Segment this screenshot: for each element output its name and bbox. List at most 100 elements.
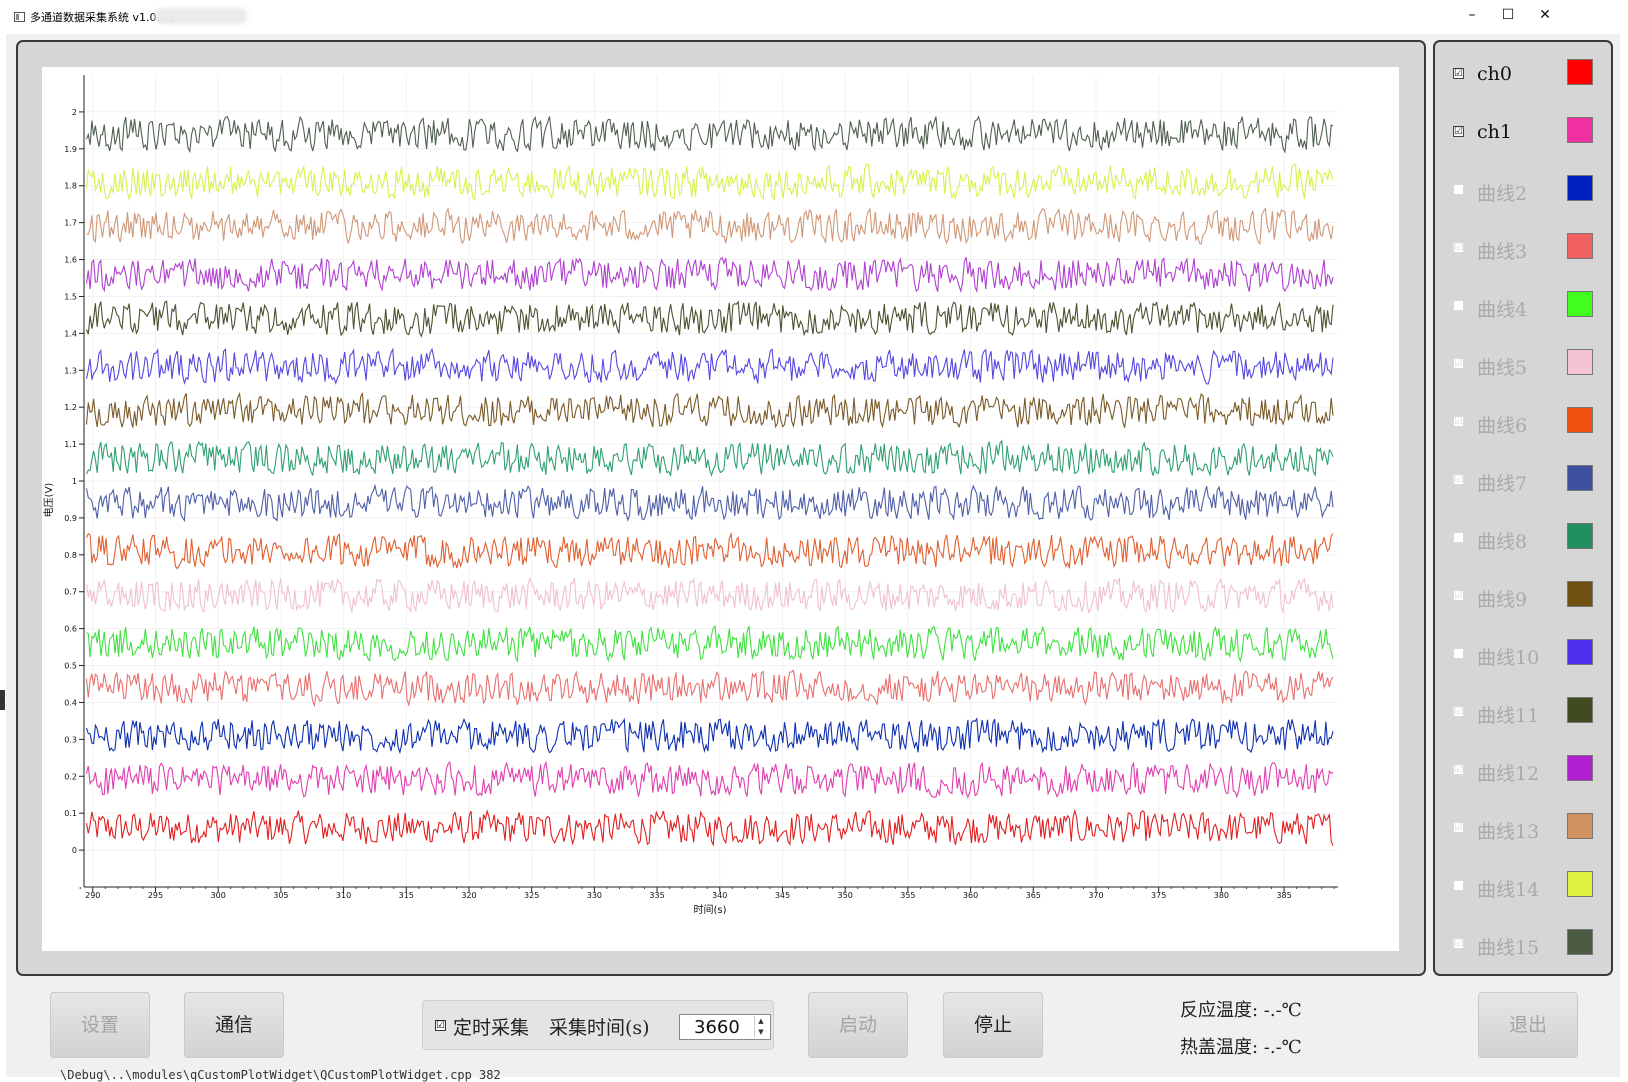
series-line <box>86 439 1334 478</box>
timed-acquisition-checkbox[interactable]: ☑ <box>435 1020 446 1031</box>
legend-color-swatch[interactable] <box>1567 813 1593 839</box>
x-tick-label: 290 <box>85 891 100 900</box>
blurred-title-region <box>155 8 247 24</box>
legend-checkbox[interactable]: ☑ <box>1453 416 1464 427</box>
close-button[interactable]: ✕ <box>1535 7 1555 23</box>
legend-label: 曲线13 <box>1477 821 1540 843</box>
settings-button[interactable]: 设置 <box>50 992 150 1058</box>
legend-checkbox[interactable]: ☑ <box>1453 590 1464 601</box>
x-tick-label: 375 <box>1151 891 1166 900</box>
legend-item[interactable]: 曲线4 <box>1443 287 1605 327</box>
x-tick-label: 330 <box>587 891 602 900</box>
spin-up-icon[interactable]: ▲ <box>754 1016 767 1026</box>
start-button[interactable]: 启动 <box>808 992 908 1058</box>
series-line <box>85 576 1334 615</box>
reaction-temperature: 反应温度: -.-℃ <box>1180 1000 1302 1021</box>
legend-item[interactable]: ☑ 曲线11 <box>1443 693 1605 733</box>
legend-color-swatch[interactable] <box>1567 233 1593 259</box>
legend-color-swatch[interactable] <box>1567 117 1593 143</box>
legend-item[interactable]: 曲线10 <box>1443 635 1605 675</box>
legend-color-swatch[interactable] <box>1567 523 1593 549</box>
acquisition-time-value[interactable]: 3660 <box>694 1017 740 1038</box>
legend-color-swatch[interactable] <box>1567 175 1593 201</box>
legend-label: 曲线10 <box>1477 647 1540 669</box>
y-tick-label: 1.2 <box>64 403 77 412</box>
legend-item[interactable]: ☑ 曲线12 <box>1443 751 1605 791</box>
legend-item[interactable]: ☑ 曲线6 <box>1443 403 1605 443</box>
legend-checkbox[interactable]: ☑ <box>1453 358 1464 369</box>
legend-item[interactable]: ☑ 曲线7 <box>1443 461 1605 501</box>
y-axis-label: 电压(V) <box>42 483 55 518</box>
legend-checkbox[interactable] <box>1453 648 1464 659</box>
stop-button[interactable]: 停止 <box>943 992 1043 1058</box>
spin-down-icon[interactable]: ▼ <box>754 1027 767 1037</box>
timed-acquisition-label: 定时采集 <box>453 1017 530 1039</box>
y-tick-label: 0.9 <box>64 514 77 523</box>
legend-item[interactable]: ☑ 曲线9 <box>1443 577 1605 617</box>
window-title: 多通道数据采集系统 v1.0.0 ( <box>30 11 175 24</box>
legend-checkbox[interactable]: ☑ <box>1453 126 1464 137</box>
legend-checkbox[interactable]: ☑ <box>1453 68 1464 79</box>
legend-color-swatch[interactable] <box>1567 755 1593 781</box>
y-tick-label: 0.2 <box>64 772 77 781</box>
legend-item[interactable]: ☑ 曲线5 <box>1443 345 1605 385</box>
x-tick-label: 300 <box>211 891 226 900</box>
comm-button[interactable]: 通信 <box>184 992 284 1058</box>
acquisition-time-spinbox[interactable]: 3660 ▲ ▼ <box>679 1014 771 1040</box>
minimize-button[interactable]: – <box>1462 7 1482 23</box>
legend-item[interactable]: ☑ 曲线13 <box>1443 809 1605 849</box>
maximize-button[interactable]: ☐ <box>1498 7 1518 23</box>
status-bar-text: \Debug\..\modules\qCustomPlotWidget\QCus… <box>60 1068 501 1082</box>
legend-label: 曲线3 <box>1477 241 1528 263</box>
legend-item[interactable]: ☑ 曲线3 <box>1443 229 1605 269</box>
legend-color-swatch[interactable] <box>1567 465 1593 491</box>
legend-panel: ☑ ch0 ☑ ch1 曲线2 ☑ 曲线3 曲线4 ☑ 曲线5 ☑ 曲线6 ☑ 曲线7 曲线8 ☑ 曲线9 曲线1… <box>1433 40 1613 976</box>
x-tick-label: 345 <box>775 891 790 900</box>
exit-button[interactable]: 退出 <box>1478 992 1578 1058</box>
legend-color-swatch[interactable] <box>1567 407 1593 433</box>
legend-checkbox[interactable]: ☑ <box>1453 764 1464 775</box>
legend-label: 曲线2 <box>1477 183 1528 205</box>
x-tick-label: 385 <box>1276 891 1291 900</box>
legend-item[interactable]: 曲线8 <box>1443 519 1605 559</box>
y-tick-label: 0.5 <box>64 662 77 671</box>
x-tick-label: 305 <box>273 891 288 900</box>
legend-item[interactable]: 曲线14 <box>1443 867 1605 907</box>
voltage-time-chart[interactable]: 290 295 300 305 310 315 320 325 330 335 340 345 350 3… <box>42 67 1399 951</box>
legend-checkbox[interactable]: ☑ <box>1453 938 1464 949</box>
legend-checkbox[interactable]: ☑ <box>1453 822 1464 833</box>
legend-color-swatch[interactable] <box>1567 581 1593 607</box>
y-tick-label: 1.5 <box>64 292 77 301</box>
legend-color-swatch[interactable] <box>1567 929 1593 955</box>
y-tick-label: 0.7 <box>64 588 77 597</box>
legend-item[interactable]: ☑ 曲线15 <box>1443 925 1605 965</box>
y-tick-label: 1.1 <box>64 440 77 449</box>
legend-color-swatch[interactable] <box>1567 291 1593 317</box>
legend-color-swatch[interactable] <box>1567 349 1593 375</box>
series-line <box>85 256 1334 294</box>
legend-color-swatch[interactable] <box>1567 639 1593 665</box>
legend-item[interactable]: 曲线2 <box>1443 171 1605 211</box>
legend-checkbox[interactable] <box>1453 300 1464 311</box>
legend-checkbox[interactable]: ☑ <box>1453 474 1464 485</box>
legend-checkbox[interactable] <box>1453 880 1464 891</box>
x-tick-label: 335 <box>649 891 664 900</box>
x-tick-label: 370 <box>1088 891 1103 900</box>
legend-label: 曲线4 <box>1477 299 1528 321</box>
x-tick-label: 340 <box>712 891 727 900</box>
legend-checkbox[interactable] <box>1453 532 1464 543</box>
legend-label: 曲线7 <box>1477 473 1528 495</box>
plot-area[interactable]: 290 295 300 305 310 315 320 325 330 335 340 345 350 3… <box>42 67 1399 951</box>
legend-color-swatch[interactable] <box>1567 697 1593 723</box>
legend-checkbox[interactable] <box>1453 184 1464 195</box>
legend-color-swatch[interactable] <box>1567 871 1593 897</box>
legend-item[interactable]: ☑ ch0 <box>1443 55 1605 95</box>
series-line <box>85 115 1334 154</box>
legend-checkbox[interactable]: ☑ <box>1453 706 1464 717</box>
legend-color-swatch[interactable] <box>1567 59 1593 85</box>
legend-label: 曲线9 <box>1477 589 1528 611</box>
series-line <box>85 347 1334 385</box>
legend-checkbox[interactable]: ☑ <box>1453 242 1464 253</box>
y-tick-label: 0 <box>72 846 77 855</box>
legend-item[interactable]: ☑ ch1 <box>1443 113 1605 153</box>
